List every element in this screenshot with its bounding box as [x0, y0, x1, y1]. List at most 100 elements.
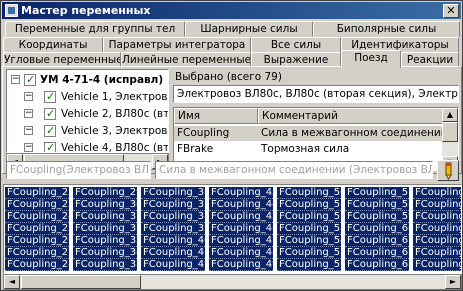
list-item[interactable]: FCoupling_28	[5, 259, 69, 271]
list-item[interactable]: FCoupling_27	[5, 247, 69, 259]
list-item[interactable]: FCoupling_37	[141, 199, 205, 211]
expand-icon[interactable]: −	[24, 126, 33, 135]
expand-icon[interactable]: −	[24, 143, 33, 152]
tab-integrator-params[interactable]: Параметры интегратора	[103, 37, 251, 53]
cell-name: FCoupling	[177, 127, 230, 139]
list-item[interactable]: FCoupling_42	[141, 259, 205, 271]
cell-comment: Тормозная сила	[261, 143, 350, 155]
title-bar: Мастер переменных ✕	[2, 2, 461, 19]
tree-root-label: УМ 4-71-4 (исправл)	[40, 74, 164, 86]
comment-filter-input[interactable]: Сила в межвагонном соединении (Электрово…	[155, 161, 433, 179]
list-item[interactable]: FCoupling_43	[209, 187, 273, 199]
list-item[interactable]: FCoupling_6	[413, 211, 461, 223]
checkbox-vehicle-1[interactable]	[44, 89, 56, 105]
table-row[interactable]: FBrake Тормозная сила	[174, 142, 444, 157]
list-item[interactable]: FCoupling_58	[345, 199, 409, 211]
list-item[interactable]: FCoupling_59	[345, 211, 409, 223]
list-item[interactable]: FCoupling_51	[277, 199, 341, 211]
expand-icon[interactable]: −	[24, 92, 33, 101]
pencil-icon	[445, 162, 452, 180]
collapse-icon[interactable]: −	[11, 75, 20, 84]
tree-item-label: Vehicle 1, Электровоз	[61, 91, 169, 103]
scroll-left-icon[interactable]: ◄	[4, 275, 20, 289]
scroll-up-icon[interactable]: ▲	[442, 108, 458, 122]
list-item[interactable]: FCoupling_6	[413, 199, 461, 211]
tree-item-label: Vehicle 4, ВЛ80с (втор	[61, 142, 169, 153]
list-item[interactable]: FCoupling_44	[209, 199, 273, 211]
tab-group-variables[interactable]: Переменные для группы тел	[5, 21, 185, 37]
list-item[interactable]: FCoupling_6	[413, 235, 461, 247]
list-item[interactable]: FCoupling_6	[413, 247, 461, 259]
list-item[interactable]: FCoupling_60	[345, 223, 409, 235]
list-item[interactable]: FCoupling_34	[73, 247, 137, 259]
list-column: FCoupling_29 FCoupling_30 FCoupling_31 F…	[73, 187, 137, 271]
list-item[interactable]: FCoupling_31	[73, 211, 137, 223]
tab-bipolar-forces[interactable]: Биполярные силы	[313, 21, 460, 37]
list-item[interactable]: FCoupling_30	[73, 199, 137, 211]
list-item[interactable]: FCoupling_6	[413, 187, 461, 199]
checkbox-vehicle-3[interactable]	[44, 123, 56, 139]
list-item[interactable]: FCoupling_57	[345, 187, 409, 199]
object-tree[interactable]: − УМ 4-71-4 (исправл) − Vehicle 1, Элект…	[6, 69, 169, 153]
list-column: FCoupling_36 FCoupling_37 FCoupling_38 F…	[141, 187, 205, 271]
close-icon: ✕	[446, 4, 456, 17]
list-item[interactable]: FCoupling_49	[209, 259, 273, 271]
list-item[interactable]: FCoupling_56	[277, 259, 341, 271]
tab-all-forces[interactable]: Все силы	[251, 37, 341, 53]
list-item[interactable]: FCoupling_39	[141, 223, 205, 235]
scroll-thumb[interactable]	[21, 275, 141, 289]
list-item[interactable]: FCoupling_33	[73, 235, 137, 247]
list-column: FCoupling_22 FCoupling_23 FCoupling_24 F…	[5, 187, 69, 271]
column-header-name[interactable]: Имя	[174, 108, 258, 124]
tree-item-label: Vehicle 3, Электровоз	[61, 125, 169, 137]
list-column: FCoupling_6 FCoupling_6 FCoupling_6 FCou…	[413, 187, 461, 271]
app-icon	[5, 4, 18, 17]
tab-coordinates[interactable]: Координаты	[3, 37, 103, 53]
checkbox-vehicle-4[interactable]	[44, 140, 56, 152]
list-item[interactable]: FCoupling_40	[141, 235, 205, 247]
list-item[interactable]: FCoupling_62	[345, 247, 409, 259]
apply-button[interactable]	[437, 160, 459, 181]
list-item[interactable]: FCoupling_52	[277, 211, 341, 223]
grid-header: Имя Комментарий	[174, 108, 444, 124]
list-item[interactable]: FCoupling_35	[73, 259, 137, 271]
tab-joint-forces[interactable]: Шарнирные силы	[185, 21, 313, 37]
list-horizontal-scrollbar[interactable]: ◄ ►	[3, 274, 462, 290]
list-item[interactable]: FCoupling_38	[141, 211, 205, 223]
list-item[interactable]: FCoupling_41	[141, 247, 205, 259]
close-button[interactable]: ✕	[443, 4, 459, 18]
list-item[interactable]: FCoupling_48	[209, 247, 273, 259]
list-item[interactable]: FCoupling_45	[209, 211, 273, 223]
list-item[interactable]: FCoupling_23	[5, 199, 69, 211]
list-item[interactable]: FCoupling_36	[141, 187, 205, 199]
list-item[interactable]: FCoupling_61	[345, 235, 409, 247]
checkbox-vehicle-2[interactable]	[44, 106, 56, 122]
table-row[interactable]: FCoupling Сила в межвагонном соединении	[174, 126, 444, 141]
list-item[interactable]: FCoupling_47	[209, 235, 273, 247]
name-filter-input[interactable]: FCoupling(Электровоз ВЛ80с, ...)	[6, 161, 151, 179]
variables-list[interactable]: FCoupling_22 FCoupling_23 FCoupling_24 F…	[3, 184, 462, 274]
column-header-comment[interactable]: Комментарий	[258, 108, 444, 124]
scroll-right-icon[interactable]: ►	[445, 275, 461, 289]
list-item[interactable]: FCoupling_24	[5, 211, 69, 223]
list-item[interactable]: FCoupling_29	[73, 187, 137, 199]
list-item[interactable]: FCoupling_50	[277, 187, 341, 199]
tab-train[interactable]: Поезд	[341, 50, 401, 68]
scroll-thumb[interactable]	[442, 122, 458, 142]
list-item[interactable]: FCoupling_6	[413, 223, 461, 235]
cell-name: FBrake	[177, 143, 214, 155]
list-item[interactable]: FCoupling_53	[277, 223, 341, 235]
list-item[interactable]: FCoupling_46	[209, 223, 273, 235]
list-item[interactable]: FCoupling_54	[277, 235, 341, 247]
list-item[interactable]: FCoupling_22	[5, 187, 69, 199]
selected-objects-field[interactable]: Электровоз ВЛ80с, ВЛ80с (вторая секция),…	[173, 85, 459, 103]
expand-icon[interactable]: −	[24, 109, 33, 118]
list-item[interactable]: FCoupling_32	[73, 223, 137, 235]
list-item[interactable]: FCoupling_26	[5, 235, 69, 247]
list-item[interactable]: FCoupling_6	[413, 259, 461, 271]
list-column: FCoupling_57 FCoupling_58 FCoupling_59 F…	[345, 187, 409, 271]
list-item[interactable]: FCoupling_55	[277, 247, 341, 259]
list-item[interactable]: FCoupling_63	[345, 259, 409, 271]
list-item[interactable]: FCoupling_25	[5, 223, 69, 235]
checkbox-root[interactable]	[24, 72, 36, 88]
